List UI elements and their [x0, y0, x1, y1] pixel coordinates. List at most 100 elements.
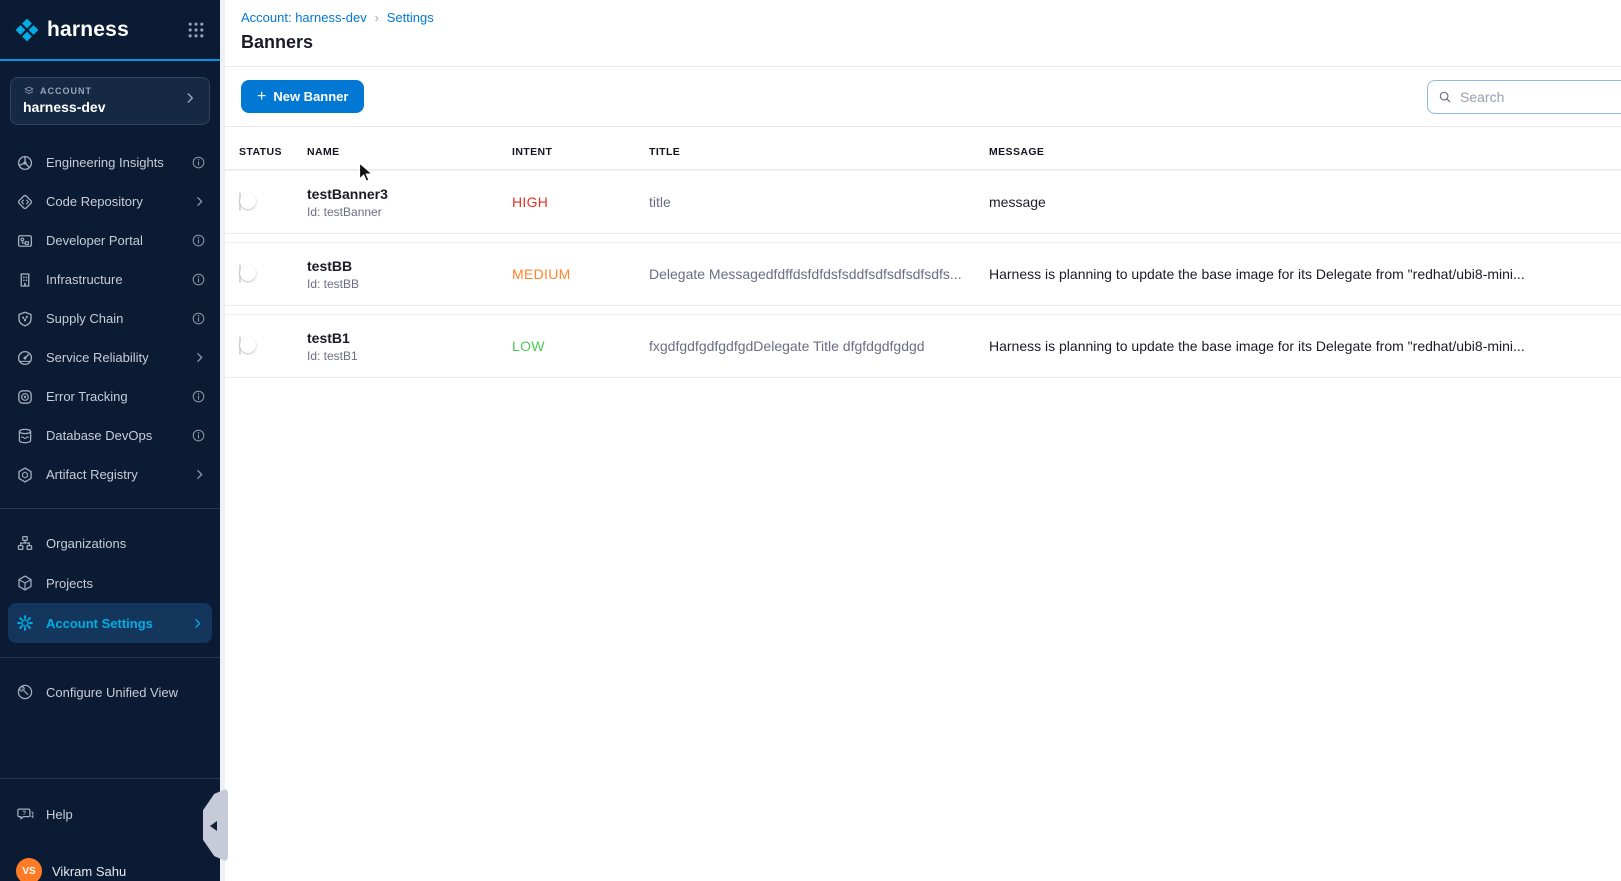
code-repository-icon: [16, 193, 34, 211]
database-devops-icon: [16, 427, 34, 445]
account-scope-label: ACCOUNT: [40, 86, 92, 96]
sidebar: harness ACCOUNT harness-dev Engineering …: [0, 0, 220, 881]
layers-icon: [23, 85, 35, 97]
chevron-right-icon: [191, 617, 204, 630]
search-input[interactable]: [1460, 89, 1621, 105]
sidebar-item-engineering-insights[interactable]: Engineering Insights: [0, 143, 220, 182]
banner-enabled-toggle[interactable]: [239, 192, 241, 211]
harness-logo-icon: [14, 17, 40, 43]
sidebar-item-label: Projects: [46, 576, 93, 591]
column-header-status: STATUS: [225, 146, 307, 158]
column-header-title: TITLE: [649, 146, 989, 158]
sidebar-item-organizations[interactable]: Organizations: [0, 523, 220, 563]
sidebar-item-label: Supply Chain: [46, 311, 123, 326]
wrench-circle-icon: [16, 683, 34, 701]
sidebar-item-label: Error Tracking: [46, 389, 128, 404]
sidebar-item-infrastructure[interactable]: Infrastructure: [0, 260, 220, 299]
sidebar-divider: [0, 657, 220, 658]
breadcrumb-settings-link[interactable]: Settings: [387, 10, 434, 25]
organizations-icon: [16, 534, 34, 552]
table-row[interactable]: testB1 Id: testB1 LOW fxgdfgdfgdfgdfgdDe…: [225, 314, 1621, 378]
chevron-right-icon: [193, 468, 206, 481]
developer-portal-icon: [16, 232, 34, 250]
sidebar-item-projects[interactable]: Projects: [0, 563, 220, 603]
sidebar-item-label: Help: [46, 807, 73, 822]
sidebar-item-error-tracking[interactable]: Error Tracking: [0, 377, 220, 416]
chevron-right-icon: [193, 351, 206, 364]
breadcrumb: Account: harness-dev › Settings: [241, 10, 1621, 25]
banner-message: Harness is planning to update the base i…: [989, 266, 1621, 282]
sidebar-item-configure-unified-view[interactable]: Configure Unified View: [0, 672, 220, 712]
sidebar-secondary-nav: Organizations Projects Account Settings: [0, 523, 220, 643]
sidebar-divider: [0, 508, 220, 509]
sidebar-item-label: Configure Unified View: [46, 685, 178, 700]
sidebar-item-developer-portal[interactable]: Developer Portal: [0, 221, 220, 260]
sidebar-item-label: Service Reliability: [46, 350, 149, 365]
banner-intent-badge: HIGH: [512, 194, 649, 210]
info-icon[interactable]: [191, 389, 206, 404]
banner-name: testBB: [307, 258, 512, 274]
banner-title: Delegate Messagedfdffdsfdfdsfsddfsdfsdfs…: [649, 266, 989, 282]
main-content: Account: harness-dev › Settings Banners …: [225, 0, 1621, 881]
sidebar-item-label: Organizations: [46, 536, 126, 551]
new-banner-button[interactable]: + New Banner: [241, 80, 364, 113]
avatar: VS: [16, 858, 42, 881]
banner-enabled-toggle[interactable]: [239, 264, 241, 283]
supply-chain-icon: [16, 310, 34, 328]
brand-name: harness: [47, 18, 129, 42]
sidebar-item-label: Developer Portal: [46, 233, 143, 248]
sidebar-item-database-devops[interactable]: Database DevOps: [0, 416, 220, 455]
banner-message: Harness is planning to update the base i…: [989, 338, 1621, 354]
module-grid-icon[interactable]: [186, 20, 206, 40]
sidebar-item-supply-chain[interactable]: Supply Chain: [0, 299, 220, 338]
sidebar-item-label: Account Settings: [46, 616, 153, 631]
sidebar-item-account-settings[interactable]: Account Settings: [8, 603, 212, 643]
new-banner-button-label: New Banner: [273, 89, 348, 104]
account-selector[interactable]: ACCOUNT harness-dev: [10, 77, 210, 125]
page-title: Banners: [241, 32, 1621, 53]
breadcrumb-account-link[interactable]: Account: harness-dev: [241, 10, 367, 25]
table-row[interactable]: testBanner3 Id: testBanner HIGH title me…: [225, 170, 1621, 234]
help-chat-icon: [16, 805, 34, 823]
breadcrumb-separator: ›: [375, 11, 379, 25]
info-icon[interactable]: [191, 155, 206, 170]
toolbar: + New Banner: [225, 67, 1621, 127]
engineering-insights-icon: [16, 154, 34, 172]
banner-id: Id: testBanner: [307, 205, 512, 219]
sidebar-item-label: Code Repository: [46, 194, 143, 209]
sidebar-divider: [0, 778, 220, 779]
banner-title: title: [649, 194, 989, 210]
sidebar-tertiary-nav: Configure Unified View: [0, 672, 220, 712]
app-window: harness ACCOUNT harness-dev Engineering …: [0, 0, 1621, 881]
banner-name: testB1: [307, 330, 512, 346]
sidebar-item-artifact-registry[interactable]: Artifact Registry: [0, 455, 220, 494]
page-header: Account: harness-dev › Settings Banners: [225, 0, 1621, 67]
search-icon: [1438, 90, 1452, 104]
projects-icon: [16, 574, 34, 592]
sidebar-header: harness: [0, 0, 220, 61]
chevron-right-icon: [193, 195, 206, 208]
sidebar-item-help[interactable]: Help: [0, 793, 220, 835]
service-reliability-icon: [16, 349, 34, 367]
info-icon[interactable]: [191, 233, 206, 248]
banner-message: message: [989, 194, 1621, 210]
table-header-row: STATUS NAME INTENT TITLE MESSAGE: [225, 127, 1621, 170]
sidebar-item-service-reliability[interactable]: Service Reliability: [0, 338, 220, 377]
sidebar-footer: Help VS Vikram Sahu: [0, 764, 220, 881]
user-menu[interactable]: VS Vikram Sahu: [0, 853, 220, 881]
gear-icon: [16, 614, 34, 632]
table-row[interactable]: testBB Id: testBB MEDIUM Delegate Messag…: [225, 242, 1621, 306]
info-icon[interactable]: [191, 272, 206, 287]
info-icon[interactable]: [191, 428, 206, 443]
sidebar-item-label: Engineering Insights: [46, 155, 164, 170]
banner-intent-badge: MEDIUM: [512, 266, 649, 282]
artifact-registry-icon: [16, 466, 34, 484]
info-icon[interactable]: [191, 311, 206, 326]
sidebar-item-code-repository[interactable]: Code Repository: [0, 182, 220, 221]
user-name: Vikram Sahu: [52, 864, 126, 879]
account-name: harness-dev: [23, 99, 105, 115]
plus-icon: +: [257, 89, 266, 105]
banner-enabled-toggle[interactable]: [239, 336, 241, 355]
column-header-message: MESSAGE: [989, 146, 1621, 158]
sidebar-item-label: Database DevOps: [46, 428, 152, 443]
